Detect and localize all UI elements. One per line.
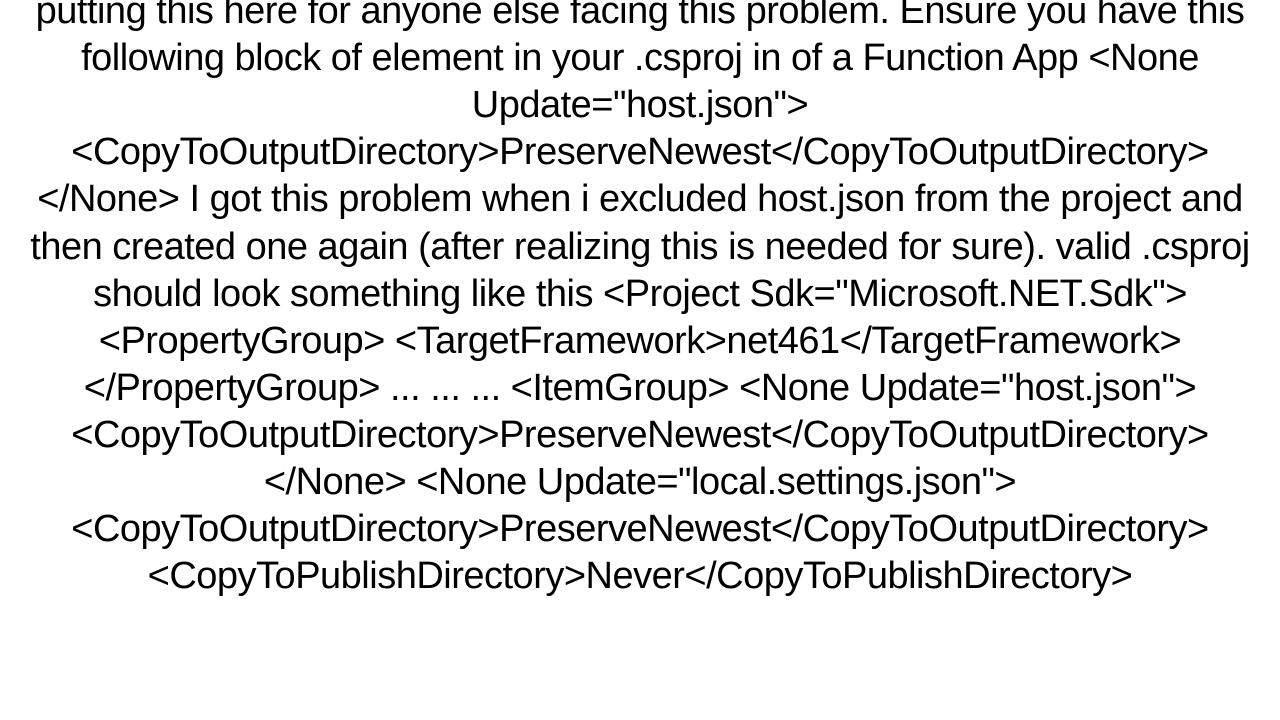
answer-text: putting this here for anyone else facing… [30, 0, 1249, 597]
answer-body: putting this here for anyone else facing… [0, 0, 1280, 600]
